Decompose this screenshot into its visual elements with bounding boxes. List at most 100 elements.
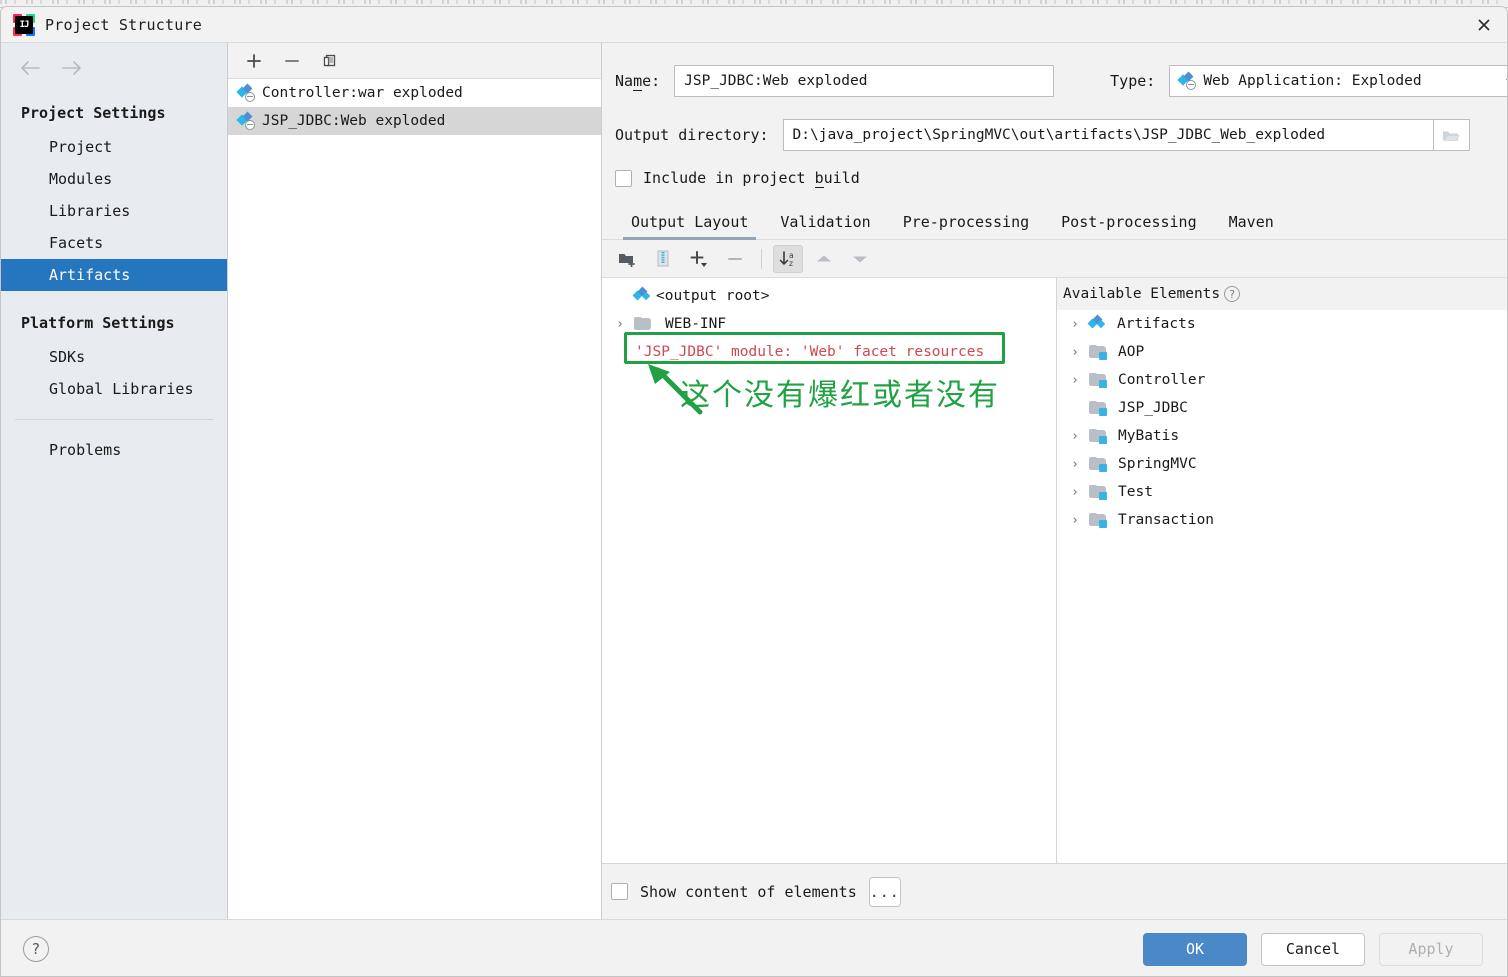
artifact-web-icon: [236, 83, 255, 102]
type-dropdown[interactable]: Web Application: Exploded: [1169, 65, 1507, 97]
tree-row-label: Test: [1118, 484, 1153, 500]
name-type-row: Name: JSP_JDBC:Web exploded Type: Web Ap…: [615, 65, 1507, 97]
available-elements-panel: Available Elements ? › Artifacts › AOP ›…: [1057, 278, 1507, 863]
name-label: Name:: [615, 72, 661, 91]
list-item[interactable]: Controller:war exploded: [228, 79, 601, 107]
artifact-form: Name: JSP_JDBC:Web exploded Type: Web Ap…: [602, 43, 1507, 188]
list-item[interactable]: JSP_JDBC:Web exploded: [228, 107, 601, 135]
module-folder-icon: [1089, 513, 1107, 528]
available-elements-tree: › Artifacts › AOP › Controller JSP_JDBC …: [1057, 310, 1507, 534]
tree-row[interactable]: JSP_JDBC: [1057, 394, 1507, 422]
dialog-footer: ? OK Cancel Apply: [1, 919, 1507, 976]
show-content-checkbox[interactable]: [611, 883, 628, 900]
help-icon[interactable]: ?: [1224, 286, 1241, 302]
chevron-right-icon[interactable]: ›: [1067, 512, 1083, 528]
folder-open-icon[interactable]: [1433, 119, 1470, 151]
tree-row-label: SpringMVC: [1118, 456, 1197, 472]
tab-maven[interactable]: Maven: [1213, 207, 1290, 239]
folder-icon: [634, 317, 651, 331]
chevron-right-icon[interactable]: ›: [612, 316, 628, 332]
arrow-left-icon[interactable]: [15, 55, 45, 81]
include-in-build-label: Include in project build: [643, 169, 860, 188]
cancel-button[interactable]: Cancel: [1261, 932, 1365, 966]
tree-row[interactable]: › Test: [1057, 478, 1507, 506]
apply-button[interactable]: Apply: [1379, 932, 1483, 966]
tree-row[interactable]: <output root>: [602, 282, 1056, 310]
tree-row-label: AOP: [1118, 344, 1145, 360]
artifacts-toolbar: [228, 43, 601, 79]
background-window-content: [0, 0, 1508, 4]
tab-output-layout[interactable]: Output Layout: [615, 207, 764, 240]
include-in-build-checkbox[interactable]: [615, 169, 632, 187]
output-directory-input[interactable]: D:\java_project\SpringMVC\out\artifacts\…: [782, 119, 1434, 151]
sidebar-item-artifacts[interactable]: Artifacts: [1, 259, 227, 291]
tab-pre-processing[interactable]: Pre-processing: [887, 207, 1045, 239]
name-input[interactable]: JSP_JDBC:Web exploded: [674, 65, 1055, 97]
tree-row[interactable]: › MyBatis: [1057, 422, 1507, 450]
intellij-idea-logo-icon: IJ: [13, 13, 35, 36]
dialog-body: Project Settings Project Modules Librari…: [1, 43, 1507, 919]
sidebar-group-project-settings: Project Settings: [21, 104, 166, 122]
module-folder-icon: [1089, 429, 1107, 444]
tree-row[interactable]: › Controller: [1057, 366, 1507, 394]
arrow-up-icon[interactable]: [809, 245, 839, 273]
artifact-web-icon: [1177, 71, 1197, 90]
tree-row[interactable]: 'JSP_JDBC' module: 'Web' facet resources: [602, 338, 1056, 366]
available-elements-title: Available Elements: [1063, 286, 1221, 302]
sidebar-item-sdks[interactable]: SDKs: [1, 341, 227, 373]
tab-post-processing[interactable]: Post-processing: [1045, 207, 1212, 239]
ok-button[interactable]: OK: [1143, 932, 1247, 966]
sidebar-divider: [15, 419, 213, 420]
minus-icon[interactable]: [720, 245, 750, 273]
artifact-label: Controller:war exploded: [262, 85, 463, 101]
chevron-right-icon[interactable]: ›: [1067, 428, 1083, 444]
tree-row[interactable]: › WEB-INF: [602, 310, 1056, 338]
tree-row[interactable]: › AOP: [1057, 338, 1507, 366]
copy-icon[interactable]: [316, 48, 344, 74]
plus-dropdown-icon[interactable]: [684, 245, 714, 273]
module-folder-icon: [1089, 345, 1107, 360]
layout-split: <output root> › WEB-INF 'JSP_JDBC' modul…: [602, 278, 1507, 863]
help-icon[interactable]: ?: [23, 936, 49, 962]
archive-icon[interactable]: [648, 245, 678, 273]
sort-az-icon[interactable]: a z: [773, 244, 803, 273]
sidebar-item-modules[interactable]: Modules: [1, 163, 227, 195]
artifact-editor-panel: Name: JSP_JDBC:Web exploded Type: Web Ap…: [602, 43, 1507, 919]
tree-row-label: <output root>: [656, 288, 770, 304]
artifact-label: JSP_JDBC:Web exploded: [262, 113, 446, 129]
module-folder-icon: [1089, 457, 1107, 472]
close-icon[interactable]: [1461, 7, 1507, 42]
artifact-web-icon: [236, 111, 255, 130]
chevron-right-icon[interactable]: ›: [1067, 316, 1083, 332]
tree-row[interactable]: › Transaction: [1057, 506, 1507, 534]
chevron-right-icon[interactable]: ›: [1067, 344, 1083, 360]
sidebar-group-platform-settings: Platform Settings: [21, 314, 175, 332]
folder-add-icon[interactable]: [612, 245, 642, 273]
sidebar-nav-arrows: [1, 43, 227, 81]
sidebar-item-libraries[interactable]: Libraries: [1, 195, 227, 227]
dialog-titlebar: IJ Project Structure: [1, 7, 1507, 43]
chevron-right-icon[interactable]: ›: [1067, 372, 1083, 388]
chevron-right-icon[interactable]: ›: [1067, 484, 1083, 500]
tree-row-label: Controller: [1118, 372, 1206, 388]
tree-row[interactable]: › Artifacts: [1057, 310, 1507, 338]
show-content-label: Show content of elements: [640, 882, 857, 901]
toolbar-divider: [761, 248, 762, 269]
output-layout-tree: <output root> › WEB-INF 'JSP_JDBC' modul…: [602, 278, 1057, 863]
plus-icon[interactable]: [240, 48, 268, 74]
chevron-right-icon[interactable]: ›: [1067, 456, 1083, 472]
dialog-title: Project Structure: [45, 15, 202, 34]
sidebar-item-global-libraries[interactable]: Global Libraries: [1, 373, 227, 405]
arrow-down-icon[interactable]: [845, 245, 875, 273]
available-elements-header: Available Elements ?: [1057, 278, 1507, 310]
sidebar-item-problems[interactable]: Problems: [1, 434, 227, 466]
artifacts-list: Controller:war exploded JSP_JDBC:Web exp…: [228, 79, 601, 919]
sidebar-item-project[interactable]: Project: [1, 131, 227, 163]
arrow-right-icon[interactable]: [57, 55, 87, 81]
show-content-options-button[interactable]: ...: [868, 876, 901, 907]
svg-text:z: z: [789, 259, 793, 268]
minus-icon[interactable]: [278, 48, 306, 74]
tree-row[interactable]: › SpringMVC: [1057, 450, 1507, 478]
tab-validation[interactable]: Validation: [764, 207, 886, 239]
sidebar-item-facets[interactable]: Facets: [1, 227, 227, 259]
